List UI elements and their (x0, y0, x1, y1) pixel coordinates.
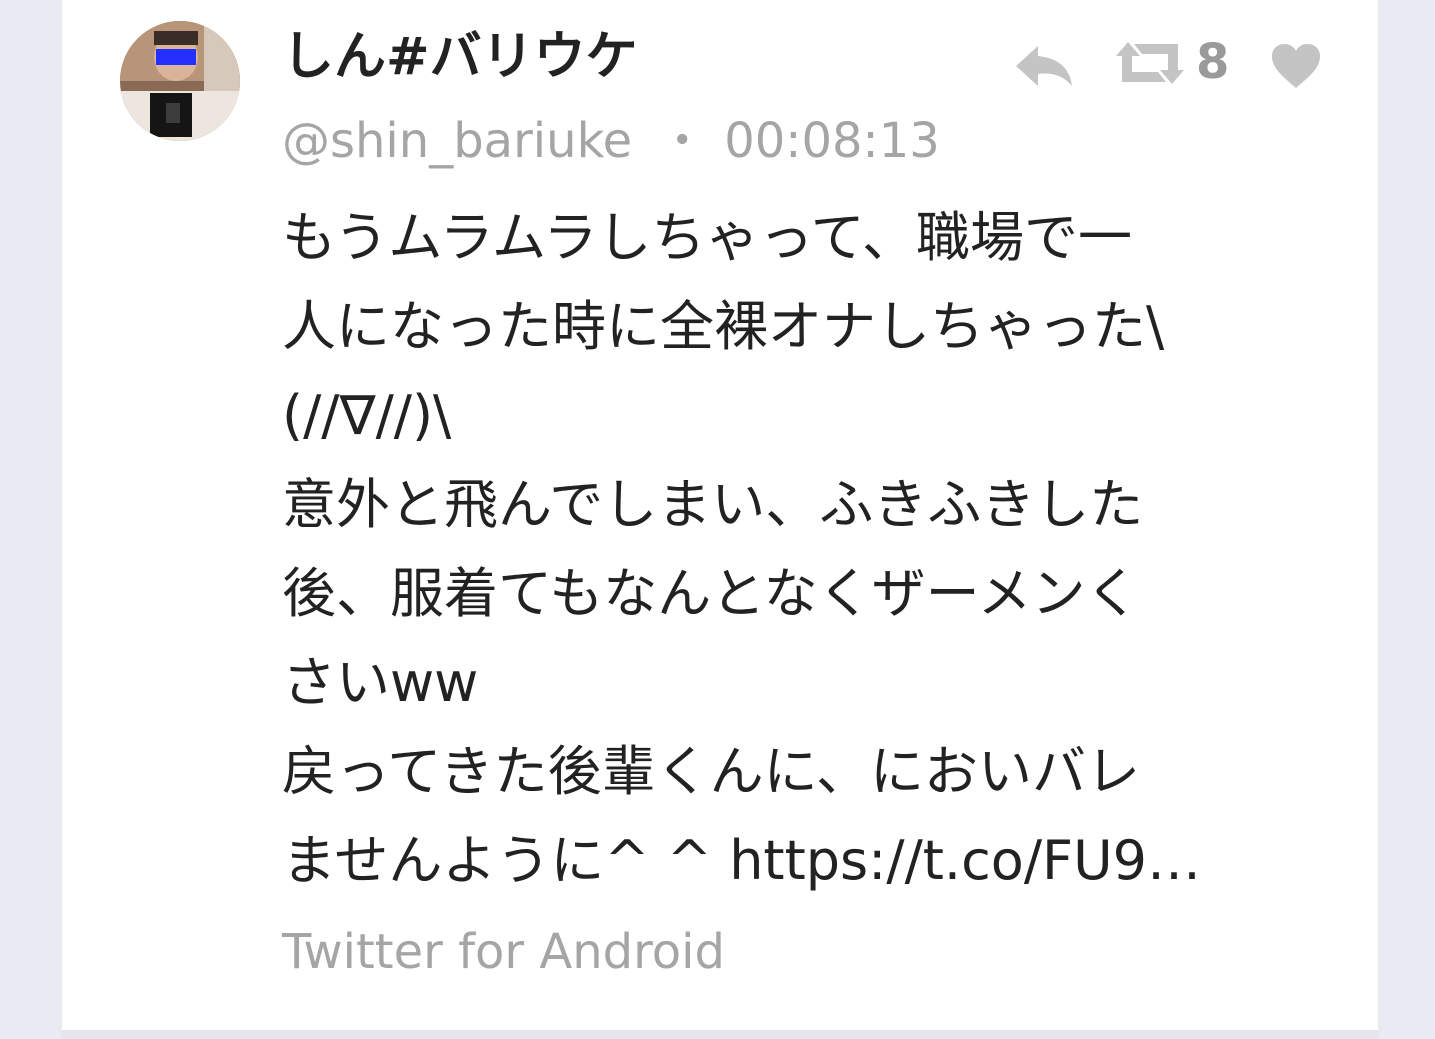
tweet-source[interactable]: Twitter for Android (282, 920, 725, 984)
tweet-timestamp[interactable]: 00:08:13 (724, 113, 940, 169)
tweet-text[interactable]: もうムラムラしちゃって、職場で一 人になった時に全裸オナしちゃった\ (//∇/… (282, 193, 1342, 905)
meta-separator: ・ (658, 113, 707, 169)
tweet-meta: @shin_bariuke ・ 00:08:13 (282, 110, 940, 172)
retweet-count: 8 (1196, 34, 1230, 90)
heart-icon[interactable] (1270, 42, 1322, 90)
tweet-divider (62, 1030, 1378, 1039)
retweet-icon[interactable] (1114, 38, 1186, 88)
avatar[interactable] (120, 21, 240, 141)
reply-icon[interactable] (1014, 44, 1076, 88)
display-name[interactable]: しん#バリウケ (282, 22, 638, 92)
user-handle[interactable]: @shin_bariuke (282, 113, 632, 169)
